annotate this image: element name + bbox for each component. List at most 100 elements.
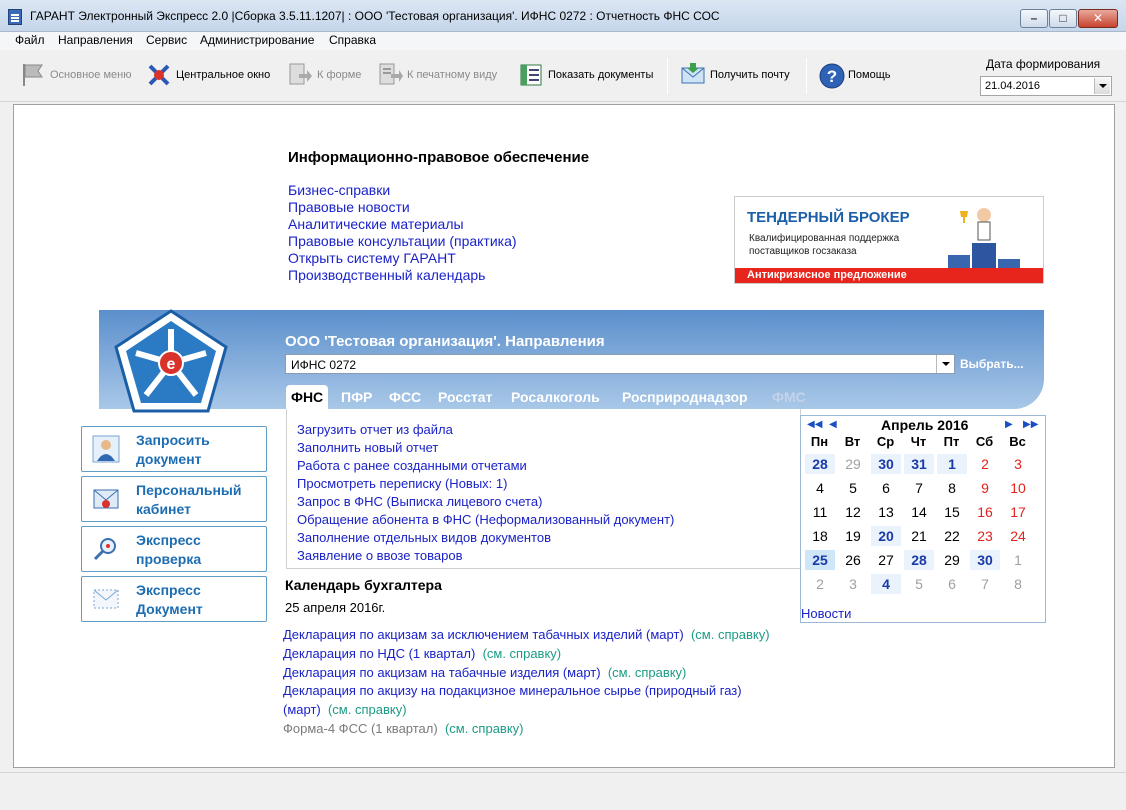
calendar-day[interactable]: 5 xyxy=(838,478,868,498)
tab-fss[interactable]: ФСС xyxy=(389,385,421,409)
tab-fns[interactable]: ФНС xyxy=(286,385,329,409)
personal-cabinet-button[interactable]: Персональный кабинет xyxy=(81,476,267,522)
link-analytics[interactable]: Аналитические материалы xyxy=(288,216,517,233)
prev-year-icon[interactable]: ◀◀ xyxy=(807,419,822,430)
get-mail-button[interactable]: Получить почту xyxy=(680,60,790,90)
help-button[interactable]: ? Помощь xyxy=(818,60,891,90)
calendar-day[interactable]: 31 xyxy=(904,454,934,474)
date-combobox[interactable]: 21.04.2016 xyxy=(980,76,1112,96)
calendar-day[interactable]: 9 xyxy=(970,478,1000,498)
calendar-day[interactable]: 24 xyxy=(1003,526,1033,546)
link-legal-news[interactable]: Правовые новости xyxy=(288,199,517,216)
next-month-icon[interactable]: ▶ xyxy=(1005,419,1013,430)
request-document-button[interactable]: Запросить документ xyxy=(81,426,267,472)
calendar-day[interactable]: 16 xyxy=(970,502,1000,522)
fns-link-informal-document[interactable]: Обращение абонента в ФНС (Неформализован… xyxy=(297,512,674,527)
calendar-day[interactable]: 8 xyxy=(937,478,967,498)
calendar-day[interactable]: 14 xyxy=(904,502,934,522)
calendar-day[interactable]: 22 xyxy=(937,526,967,546)
menu-directions[interactable]: Направления xyxy=(58,33,133,47)
tab-rosstat[interactable]: Росстат xyxy=(438,385,492,409)
link-production-calendar[interactable]: Производственный календарь xyxy=(288,267,517,284)
menu-file[interactable]: Файл xyxy=(15,33,45,47)
fns-link-goods-import[interactable]: Заявление о ввозе товаров xyxy=(297,548,462,563)
choose-button[interactable]: Выбрать... xyxy=(960,357,1024,371)
calendar-day[interactable]: 20 xyxy=(871,526,901,546)
express-document-button[interactable]: Экспресс Документ xyxy=(81,576,267,622)
calendar-day[interactable]: 7 xyxy=(970,574,1000,594)
link-business-reference[interactable]: Бизнес-справки xyxy=(288,182,517,199)
declaration-link[interactable]: Форма-4 ФСС (1 квартал) xyxy=(283,721,438,736)
calendar-day[interactable]: 21 xyxy=(904,526,934,546)
calendar-day[interactable]: 2 xyxy=(805,574,835,594)
central-window-button[interactable]: Центральное окно xyxy=(146,60,270,90)
declaration-link[interactable]: Декларация по НДС (1 квартал) xyxy=(283,646,475,661)
tab-pfr[interactable]: ПФР xyxy=(341,385,372,409)
calendar-day[interactable]: 29 xyxy=(937,550,967,570)
menu-service[interactable]: Сервис xyxy=(146,33,187,47)
fns-link-account-statement[interactable]: Запрос в ФНС (Выписка лицевого счета) xyxy=(297,494,542,509)
calendar-day[interactable]: 5 xyxy=(904,574,934,594)
fns-link-previous-reports[interactable]: Работа с ранее созданными отчетами xyxy=(297,458,527,473)
chevron-down-icon[interactable] xyxy=(1094,78,1110,94)
ifns-combobox[interactable]: ИФНС 0272 xyxy=(285,354,955,374)
calendar-day[interactable]: 3 xyxy=(838,574,868,594)
fns-link-new-report[interactable]: Заполнить новый отчет xyxy=(297,440,438,455)
declaration-link[interactable]: Декларация по акцизам за исключением таб… xyxy=(283,627,684,642)
fns-link-load-from-file[interactable]: Загрузить отчет из файла xyxy=(297,422,453,437)
calendar-day[interactable]: 3 xyxy=(1003,454,1033,474)
calendar-day[interactable]: 1 xyxy=(937,454,967,474)
link-open-garant[interactable]: Открыть систему ГАРАНТ xyxy=(288,250,517,267)
calendar-day[interactable]: 28 xyxy=(805,454,835,474)
main-menu-button[interactable]: Основное меню xyxy=(20,60,131,90)
calendar-day[interactable]: 25 xyxy=(805,550,835,570)
calendar-day[interactable]: 30 xyxy=(871,454,901,474)
calendar-day[interactable]: 6 xyxy=(937,574,967,594)
declaration-link[interactable]: Декларация по акцизам на табачные издели… xyxy=(283,665,601,680)
fns-link-fill-documents[interactable]: Заполнение отдельных видов документов xyxy=(297,530,551,545)
prev-month-icon[interactable]: ◀ xyxy=(829,419,837,430)
tender-broker-banner[interactable]: ТЕНДЕРНЫЙ БРОКЕР Квалифицированная подде… xyxy=(734,196,1044,284)
maximize-button[interactable]: □ xyxy=(1049,9,1077,28)
reference-link[interactable]: (см. справку) xyxy=(691,627,770,642)
calendar-day[interactable]: 11 xyxy=(805,502,835,522)
calendar-day[interactable]: 19 xyxy=(838,526,868,546)
tab-rosalkogol[interactable]: Росалкоголь xyxy=(511,385,600,409)
link-legal-consultations[interactable]: Правовые консультации (практика) xyxy=(288,233,517,250)
calendar-day[interactable]: 27 xyxy=(871,550,901,570)
calendar-day[interactable]: 29 xyxy=(838,454,868,474)
menu-help[interactable]: Справка xyxy=(329,33,376,47)
tab-rosprirodnadzor[interactable]: Росприроднадзор xyxy=(622,385,748,409)
calendar-day[interactable]: 26 xyxy=(838,550,868,570)
calendar-day[interactable]: 1 xyxy=(1003,550,1033,570)
reference-link[interactable]: (см. справку) xyxy=(608,665,687,680)
to-print-view-button[interactable]: К печатному виду xyxy=(377,60,497,90)
calendar-day[interactable]: 2 xyxy=(970,454,1000,474)
calendar-day[interactable]: 10 xyxy=(1003,478,1033,498)
show-documents-button[interactable]: Показать документы xyxy=(518,60,653,90)
calendar-day[interactable]: 23 xyxy=(970,526,1000,546)
calendar-day[interactable]: 30 xyxy=(970,550,1000,570)
calendar-day[interactable]: 15 xyxy=(937,502,967,522)
calendar-day[interactable]: 4 xyxy=(805,478,835,498)
calendar-day[interactable]: 12 xyxy=(838,502,868,522)
calendar-day[interactable]: 8 xyxy=(1003,574,1033,594)
calendar-day[interactable]: 7 xyxy=(904,478,934,498)
calendar-day[interactable]: 4 xyxy=(871,574,901,594)
calendar-day[interactable]: 13 xyxy=(871,502,901,522)
calendar-day[interactable]: 18 xyxy=(805,526,835,546)
to-form-button[interactable]: К форме xyxy=(287,60,361,90)
express-check-button[interactable]: Экспресс проверка xyxy=(81,526,267,572)
calendar-day[interactable]: 17 xyxy=(1003,502,1033,522)
reference-link[interactable]: (см. справку) xyxy=(328,702,407,717)
close-button[interactable]: ✕ xyxy=(1078,9,1118,28)
reference-link[interactable]: (см. справку) xyxy=(483,646,562,661)
calendar-day[interactable]: 28 xyxy=(904,550,934,570)
minimize-button[interactable]: – xyxy=(1020,9,1048,28)
chevron-down-icon[interactable] xyxy=(936,355,954,373)
reference-link[interactable]: (см. справку) xyxy=(445,721,524,736)
menu-administration[interactable]: Администрирование xyxy=(200,33,314,47)
news-link[interactable]: Новости xyxy=(801,606,851,621)
calendar-day[interactable]: 6 xyxy=(871,478,901,498)
next-year-icon[interactable]: ▶▶ xyxy=(1023,419,1038,430)
